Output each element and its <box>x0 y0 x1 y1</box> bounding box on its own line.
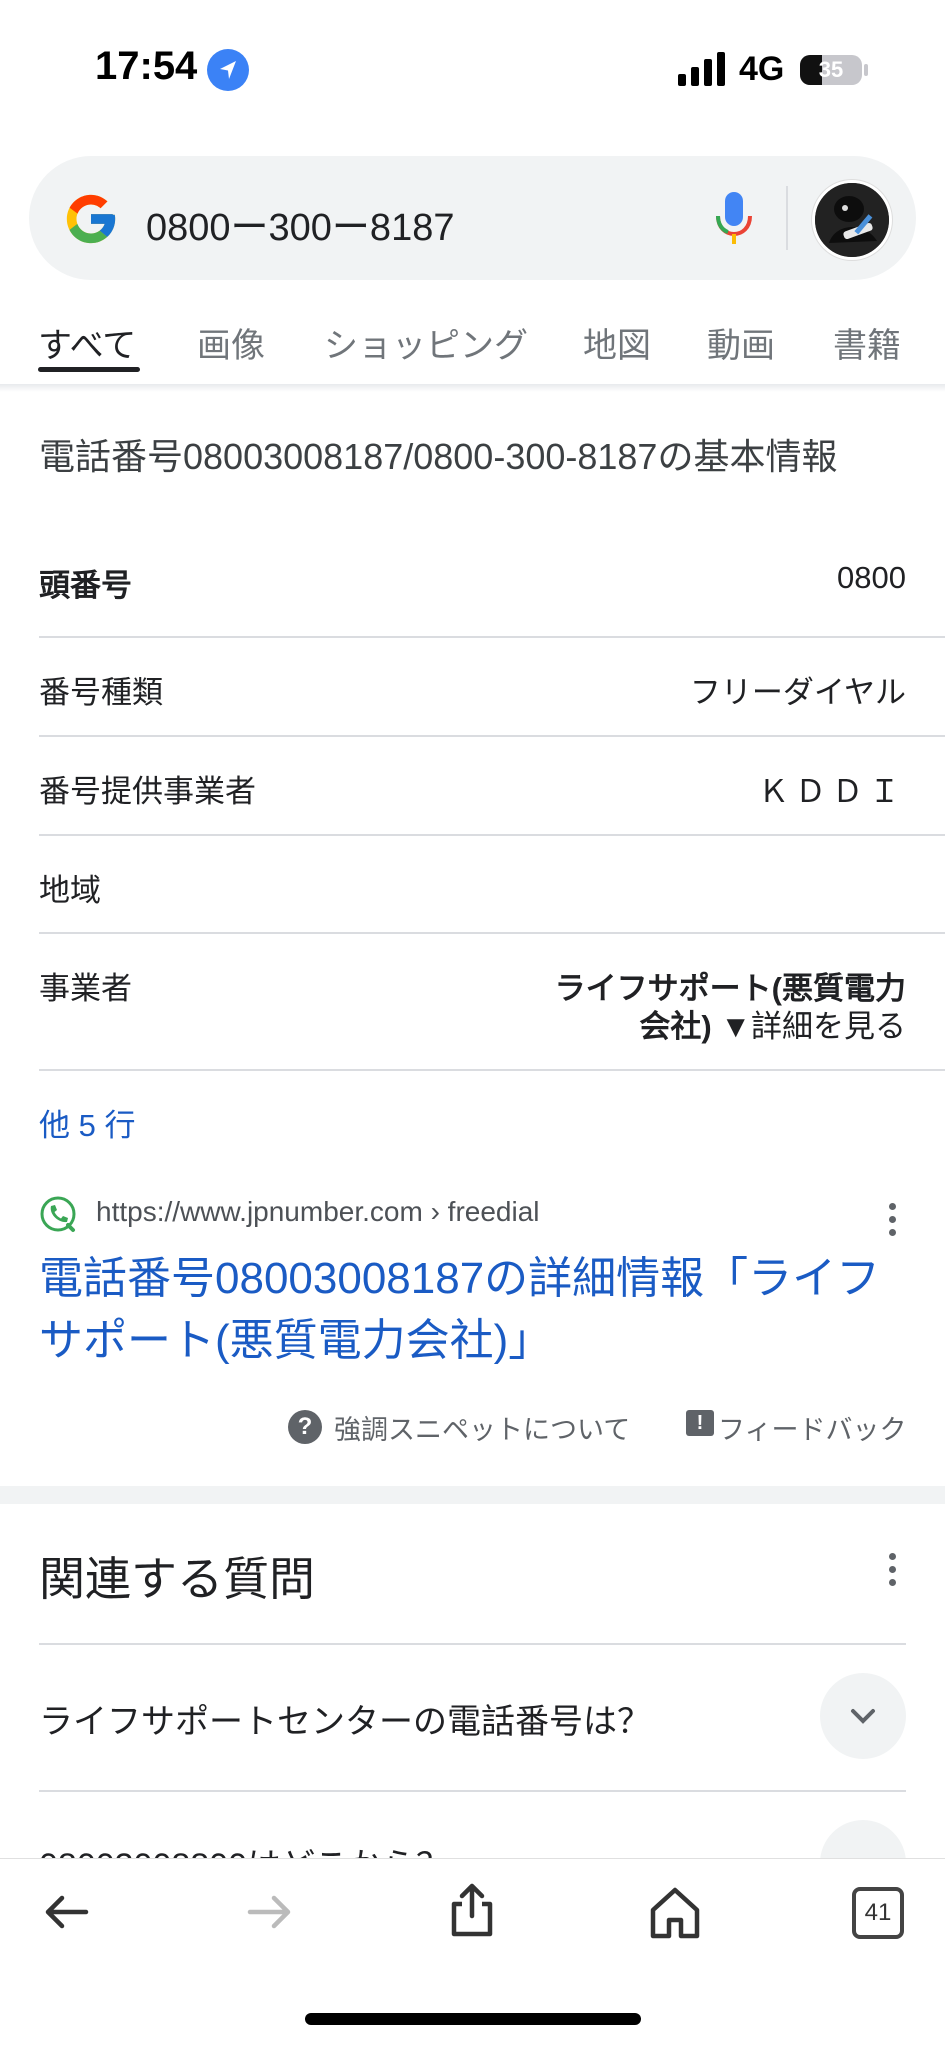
tabs-shadow <box>0 384 945 392</box>
feedback-icon[interactable]: ! <box>686 1410 714 1436</box>
divider <box>39 834 945 836</box>
tab-images[interactable]: 画像 <box>197 318 265 367</box>
more-rows-link[interactable]: 他 5 行 <box>39 1100 135 1145</box>
divider <box>39 636 945 638</box>
back-arrow-icon[interactable] <box>36 1882 96 1942</box>
show-details-link[interactable]: ▼詳細を見る <box>712 1009 906 1044</box>
battery-nub <box>864 64 868 76</box>
divider <box>39 932 945 934</box>
share-icon[interactable] <box>442 1880 502 1940</box>
location-arrow-icon <box>207 49 249 91</box>
row-label-prefix: 頭番号 <box>39 568 132 603</box>
row-value-prefix: 0800 <box>837 560 906 595</box>
tab-videos[interactable]: 動画 <box>707 318 775 367</box>
divider <box>39 1643 906 1645</box>
row-label-business: 事業者 <box>39 971 132 1006</box>
related-questions-title: 関連する質問 <box>39 1553 315 1605</box>
tab-all[interactable]: すべて <box>38 318 136 367</box>
result-title-link[interactable]: 電話番号08003008187の詳細情報「ライフサポート(悪質電力会社)」 <box>39 1248 909 1372</box>
related-more-options-icon[interactable] <box>888 1553 896 1589</box>
divider <box>39 735 945 737</box>
row-label-carrier: 番号提供事業者 <box>39 774 256 809</box>
home-icon[interactable] <box>645 1882 705 1942</box>
cell-signal-icon <box>678 52 725 86</box>
phone-favicon-icon <box>40 1196 76 1232</box>
section-separator <box>0 1486 945 1504</box>
row-value-carrier: ＫＤＤＩ <box>758 774 906 809</box>
help-icon[interactable]: ? <box>288 1410 322 1444</box>
google-logo-icon[interactable] <box>62 190 120 248</box>
result-more-options-icon[interactable] <box>888 1203 896 1239</box>
search-divider <box>786 186 788 250</box>
row-value-business-name: 会社) <box>639 1009 712 1044</box>
divider <box>39 1790 906 1792</box>
battery-level: 35 <box>818 57 844 82</box>
network-type: 4G <box>739 50 785 88</box>
divider <box>39 1069 945 1071</box>
tab-switcher-button[interactable]: 41 <box>852 1887 904 1939</box>
info-title: 電話番号08003008187/0800-300-8187の基本情報 <box>39 436 838 477</box>
row-value-business-line2[interactable]: 会社) ▼詳細を見る <box>639 1001 906 1046</box>
tab-books[interactable]: 書籍 <box>833 318 901 367</box>
related-question-1[interactable]: ライフサポートセンターの電話番号は？ <box>39 1694 651 1743</box>
battery-icon: 35 <box>800 55 862 85</box>
row-label-type: 番号種類 <box>39 675 163 710</box>
about-snippet-link[interactable]: 強調スニペットについて <box>334 1408 630 1447</box>
search-input[interactable]: 0800ー300ー8187 <box>146 196 454 251</box>
result-url[interactable]: https://www.jpnumber.com › freedial <box>96 1196 540 1228</box>
row-label-region: 地域 <box>39 873 101 908</box>
active-tab-indicator <box>38 367 140 372</box>
feedback-link[interactable]: フィードバック <box>718 1408 906 1447</box>
tab-maps[interactable]: 地図 <box>583 318 651 367</box>
status-time: 17:54 <box>95 44 198 88</box>
tab-shopping[interactable]: ショッピング <box>324 318 528 367</box>
forward-arrow-icon[interactable] <box>240 1882 300 1942</box>
row-value-type: フリーダイヤル <box>689 675 906 710</box>
home-indicator <box>305 2013 641 2025</box>
microphone-icon[interactable] <box>712 190 756 248</box>
account-avatar[interactable] <box>812 180 892 260</box>
chevron-down-icon[interactable] <box>820 1673 906 1759</box>
